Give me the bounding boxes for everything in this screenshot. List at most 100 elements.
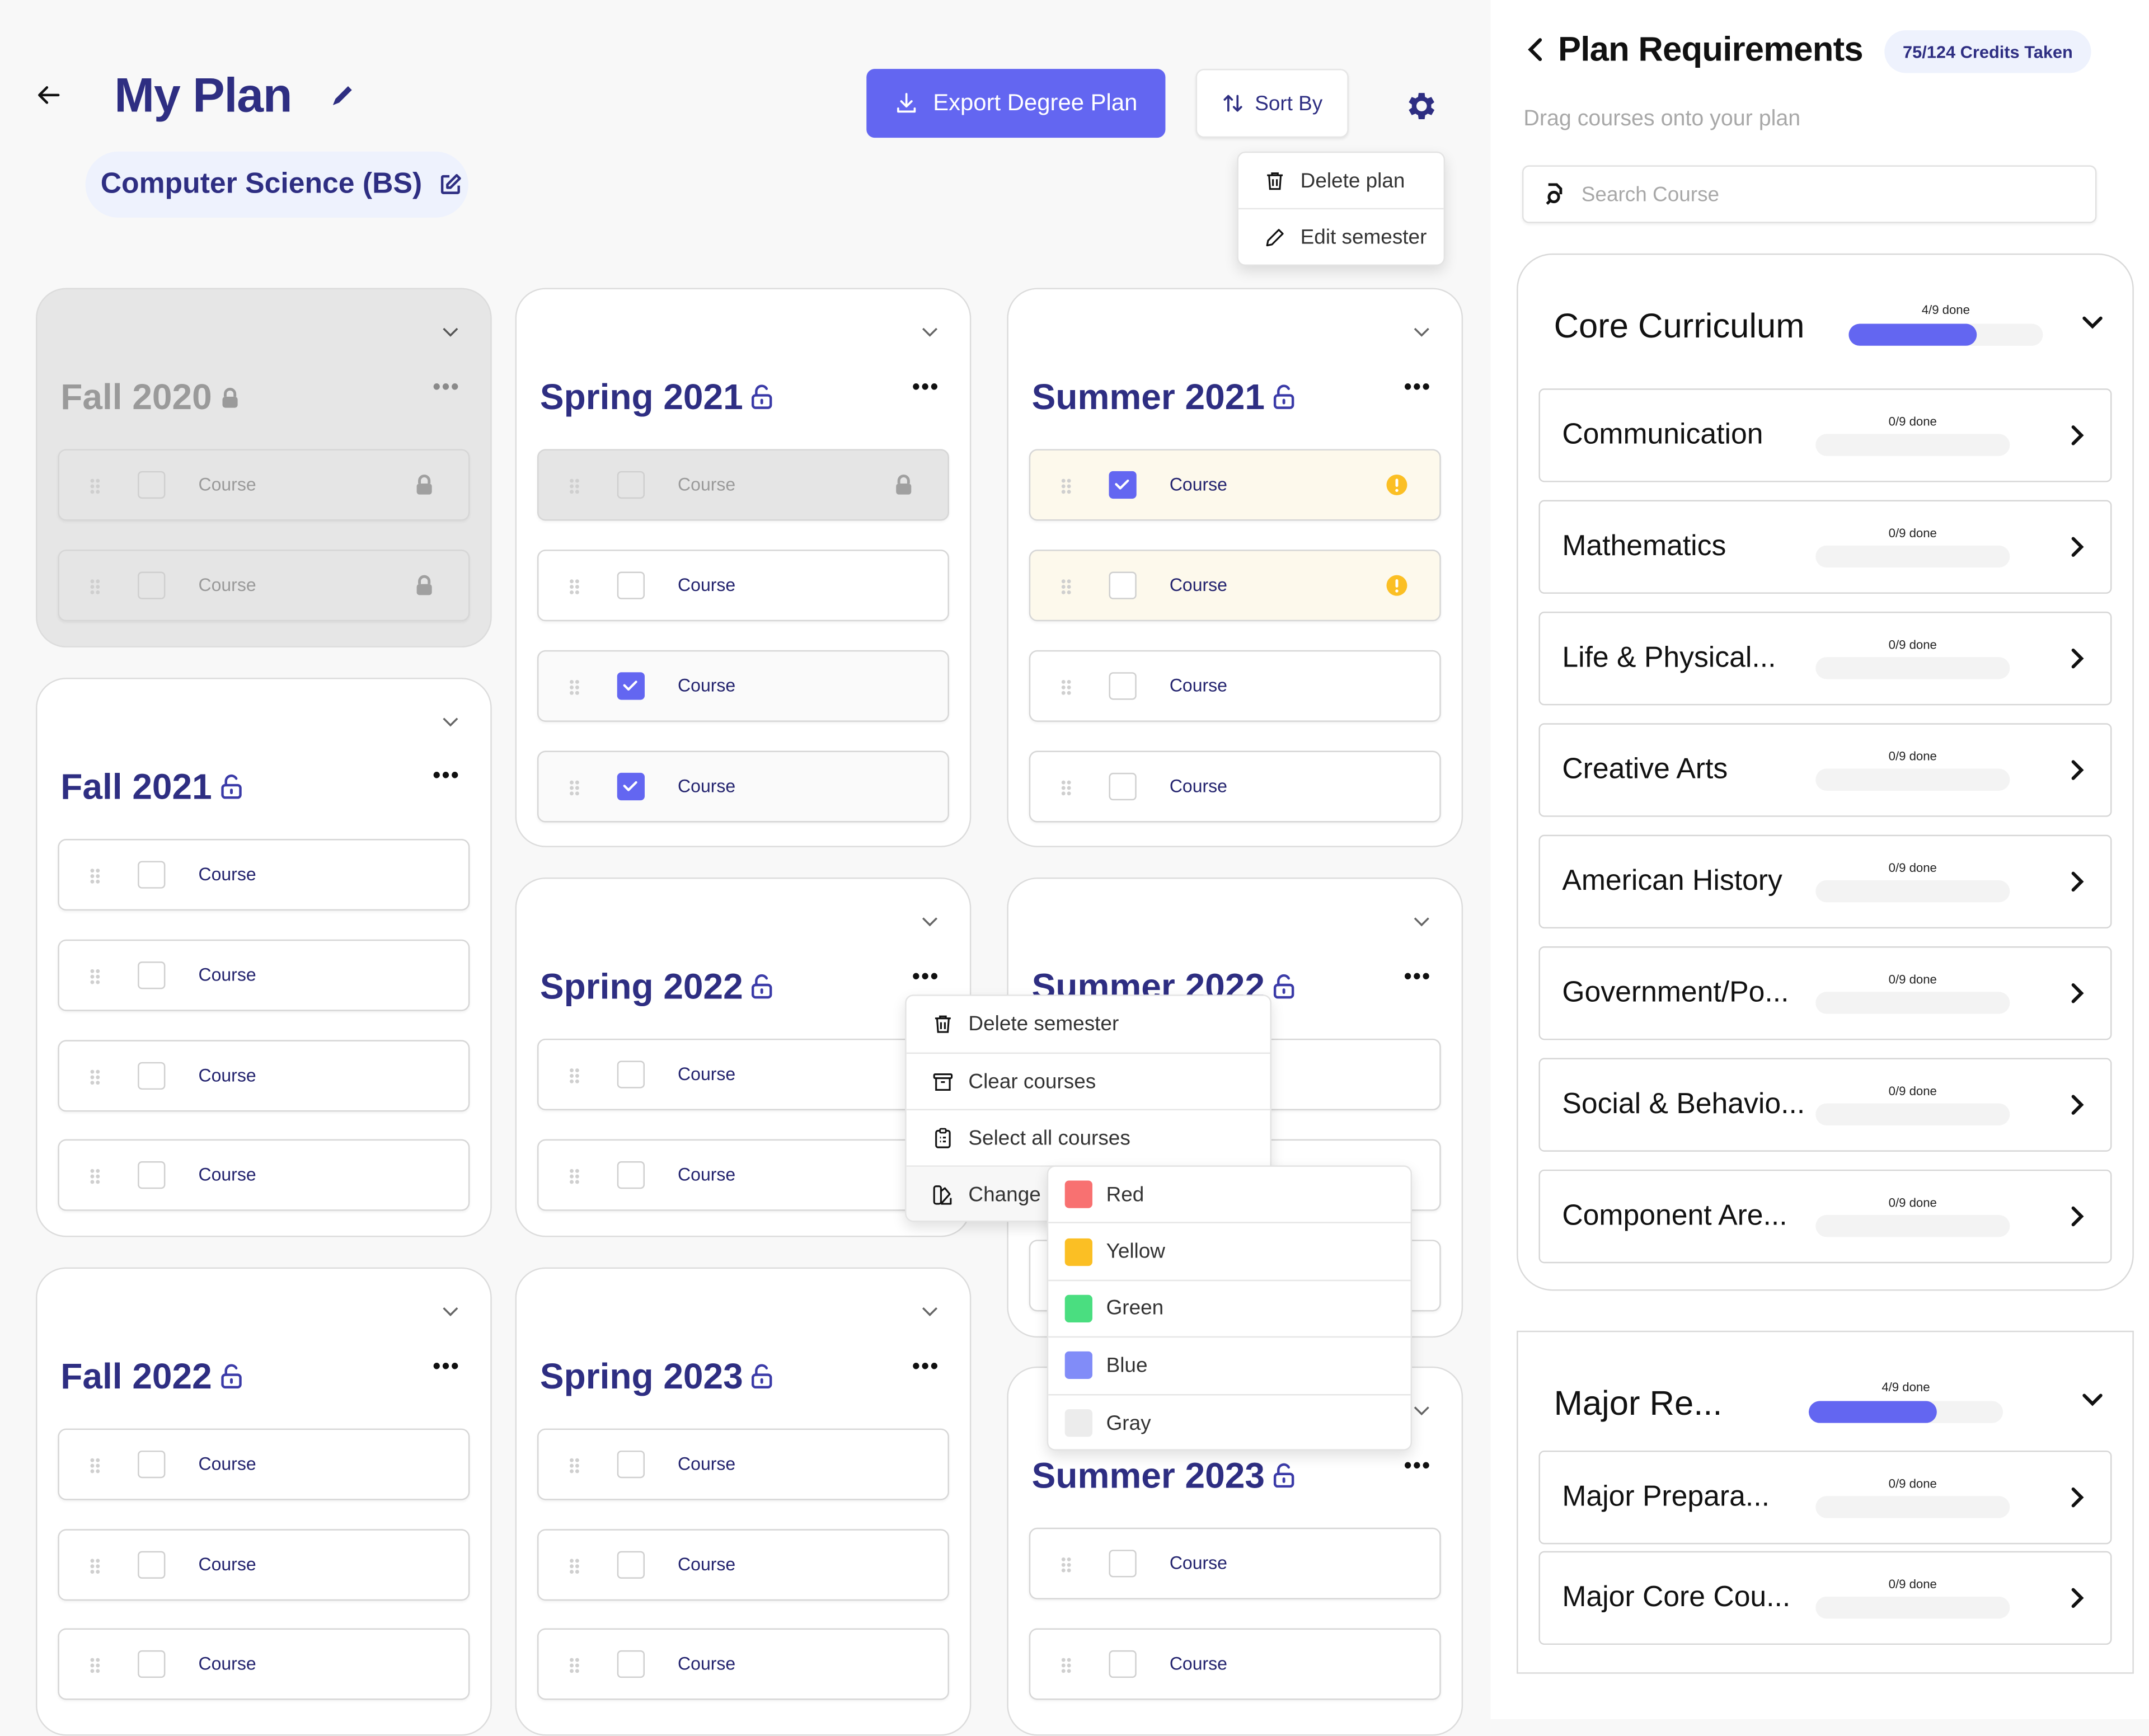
course-item[interactable]: Course [1029, 650, 1441, 722]
collapse-chevron-icon[interactable] [441, 322, 460, 341]
drag-handle-icon[interactable] [1061, 1656, 1072, 1673]
major-pill[interactable]: Computer Science (BS) [85, 151, 468, 218]
lock-open-icon[interactable] [752, 1355, 773, 1398]
course-checkbox[interactable] [138, 471, 166, 499]
drag-handle-icon[interactable] [90, 967, 101, 984]
drag-handle-icon[interactable] [90, 866, 101, 884]
course-item[interactable]: Course [58, 1529, 470, 1601]
course-item[interactable]: Course [1029, 1628, 1441, 1700]
menu-edit-semester[interactable]: Edit semester [1238, 209, 1444, 264]
course-item[interactable]: Course [58, 839, 470, 911]
drag-handle-icon[interactable] [1061, 678, 1072, 695]
drag-handle-icon[interactable] [90, 1456, 101, 1474]
expand-chevron-icon[interactable] [2080, 1390, 2105, 1416]
drag-handle-icon[interactable] [569, 678, 580, 695]
lock-open-icon[interactable] [1273, 376, 1295, 419]
drag-handle-icon[interactable] [1061, 477, 1072, 494]
semester-options-icon[interactable]: ••• [1404, 966, 1432, 991]
course-checkbox[interactable] [138, 571, 166, 599]
edit-title-pencil-icon[interactable] [328, 80, 358, 110]
course-item[interactable]: Course [58, 1628, 470, 1700]
course-item[interactable]: Course [537, 449, 949, 521]
drag-handle-icon[interactable] [569, 1167, 580, 1184]
course-item[interactable]: Course [58, 1428, 470, 1500]
course-item[interactable]: Course [537, 750, 949, 823]
semester-options-icon[interactable]: ••• [433, 1355, 460, 1380]
course-item[interactable]: Course [58, 449, 470, 521]
drag-handle-icon[interactable] [1061, 778, 1072, 796]
requirement-item[interactable]: Government/Po... 0/9 done [1538, 946, 2112, 1040]
course-checkbox[interactable] [138, 1062, 166, 1090]
course-checkbox[interactable] [138, 861, 166, 889]
color-option-green[interactable]: Green [1048, 1281, 1411, 1338]
lock-open-icon[interactable] [220, 766, 242, 809]
back-arrow-icon[interactable] [33, 80, 63, 119]
course-checkbox[interactable] [617, 772, 645, 801]
semester-options-icon[interactable]: ••• [433, 376, 460, 401]
course-checkbox[interactable] [138, 1650, 166, 1678]
drag-handle-icon[interactable] [90, 1656, 101, 1673]
course-checkbox[interactable] [1109, 571, 1137, 599]
course-checkbox[interactable] [138, 961, 166, 989]
course-item[interactable]: Course [537, 1428, 949, 1500]
requirement-item[interactable]: Communication 0/9 done [1538, 388, 2112, 482]
course-item[interactable]: Course [1029, 550, 1441, 622]
search-course-field[interactable] [1522, 165, 2097, 223]
semester-options-icon[interactable]: ••• [912, 966, 940, 991]
settings-gear-icon[interactable] [1404, 88, 1439, 124]
course-checkbox[interactable] [1109, 471, 1137, 499]
course-checkbox[interactable] [138, 1551, 166, 1579]
lock-open-icon[interactable] [752, 376, 773, 419]
course-item[interactable]: Course [58, 550, 470, 622]
lock-open-icon[interactable] [1273, 1455, 1295, 1497]
course-item[interactable]: Course [58, 1139, 470, 1211]
menu-select-all-courses[interactable]: Select all courses [906, 1110, 1270, 1167]
color-option-yellow[interactable]: Yellow [1048, 1224, 1411, 1281]
collapse-panel-chevron-icon[interactable] [1526, 36, 1545, 72]
collapse-chevron-icon[interactable] [920, 322, 939, 341]
course-item[interactable]: Course [537, 1038, 949, 1110]
course-checkbox[interactable] [1109, 772, 1137, 801]
lock-open-icon[interactable] [1273, 966, 1295, 1008]
export-degree-plan-button[interactable]: Export Degree Plan [866, 69, 1166, 138]
semester-options-icon[interactable]: ••• [1404, 1455, 1432, 1479]
drag-handle-icon[interactable] [90, 477, 101, 494]
search-input[interactable] [1578, 181, 2080, 208]
color-option-gray[interactable]: Gray [1048, 1395, 1410, 1449]
semester-options-icon[interactable]: ••• [433, 764, 460, 789]
course-checkbox[interactable] [617, 1450, 645, 1479]
course-checkbox[interactable] [617, 1061, 645, 1088]
color-option-red[interactable]: Red [1048, 1167, 1411, 1224]
requirement-item[interactable]: Mathematics 0/9 done [1538, 500, 2112, 594]
course-item[interactable]: Course [537, 1628, 949, 1700]
course-checkbox[interactable] [1109, 672, 1137, 700]
collapse-chevron-icon[interactable] [920, 912, 939, 931]
collapse-chevron-icon[interactable] [920, 1302, 939, 1321]
course-item[interactable]: Course [1029, 449, 1441, 521]
drag-handle-icon[interactable] [569, 1556, 580, 1574]
course-item[interactable]: Course [58, 939, 470, 1011]
drag-handle-icon[interactable] [90, 577, 101, 594]
menu-delete-plan[interactable]: Delete plan [1238, 153, 1444, 210]
requirement-item[interactable]: Major Core Cou... 0/9 done [1538, 1551, 2112, 1645]
semester-options-icon[interactable]: ••• [912, 1355, 940, 1380]
collapse-chevron-icon[interactable] [441, 1302, 460, 1321]
course-item[interactable]: Course [537, 550, 949, 622]
drag-handle-icon[interactable] [90, 1068, 101, 1085]
drag-handle-icon[interactable] [569, 477, 580, 494]
course-item[interactable]: Course [58, 1040, 470, 1112]
course-checkbox[interactable] [1109, 1650, 1137, 1678]
requirement-item[interactable]: Major Prepara... 0/9 done [1538, 1450, 2112, 1545]
drag-handle-icon[interactable] [1061, 1555, 1072, 1573]
course-checkbox[interactable] [138, 1450, 166, 1479]
course-item[interactable]: Course [537, 1139, 949, 1211]
drag-handle-icon[interactable] [569, 1656, 580, 1673]
course-checkbox[interactable] [617, 672, 645, 700]
course-item[interactable]: Course [537, 1529, 949, 1601]
drag-handle-icon[interactable] [1061, 577, 1072, 594]
collapse-chevron-icon[interactable] [1412, 912, 1431, 931]
requirement-item[interactable]: Creative Arts 0/9 done [1538, 723, 2112, 817]
drag-handle-icon[interactable] [569, 1066, 580, 1083]
menu-delete-semester[interactable]: Delete semester [906, 996, 1270, 1054]
sort-by-button[interactable]: Sort By [1195, 69, 1349, 138]
